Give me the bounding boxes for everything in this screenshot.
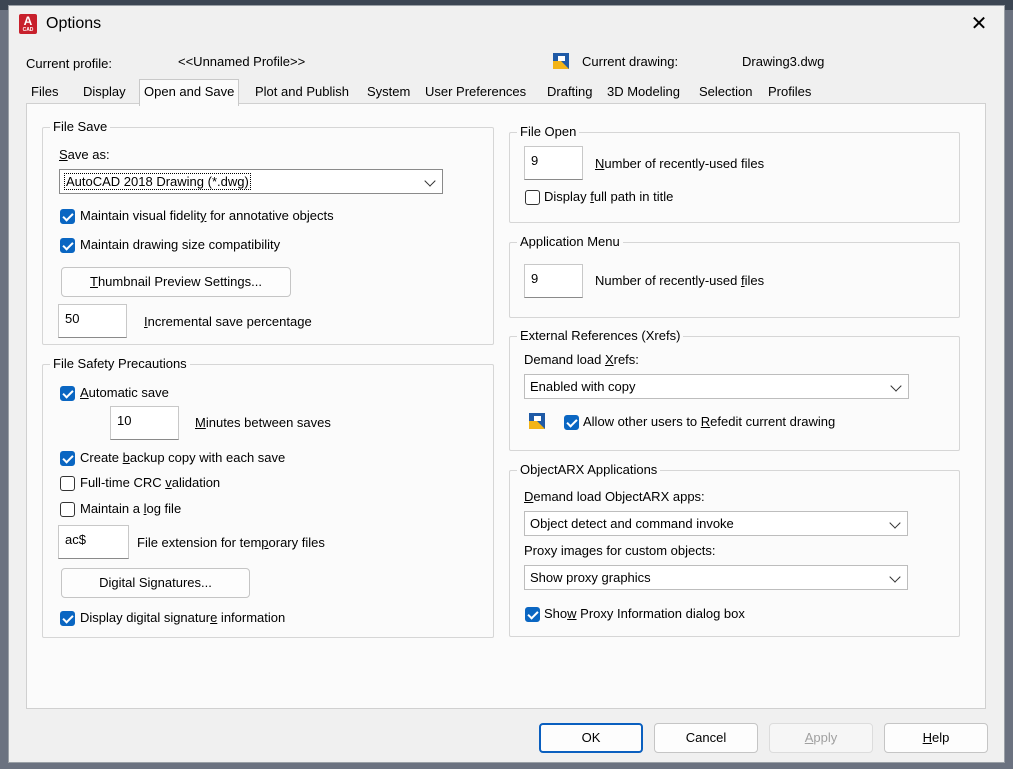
close-icon[interactable]: ✕ [966,12,992,36]
tab-user-preferences[interactable]: User Preferences [421,81,530,103]
save-as-value: AutoCAD 2018 Drawing (*.dwg) [64,173,251,190]
app-menu-recent-input[interactable]: 9 [524,264,583,298]
log-file-checkbox[interactable] [60,502,75,517]
objectarx-legend: ObjectARX Applications [517,462,661,477]
open-and-save-panel: File Save Save as: AutoCAD 2018 Drawing … [26,103,986,709]
objectarx-group: ObjectARX Applications Demand load Objec… [509,462,960,637]
file-open-recent-label: Number of recently-used files [595,156,765,171]
refedit-checkbox[interactable] [564,415,579,430]
digital-signature-info-checkbox[interactable] [60,611,75,626]
crc-validation-checkbox[interactable] [60,476,75,491]
save-as-label: Save as: [59,147,110,162]
digital-signature-info-label: Display digital signature information [80,610,286,625]
tab-system[interactable]: System [363,81,414,103]
proxy-images-value: Show proxy graphics [530,570,651,585]
file-open-legend: File Open [517,124,580,139]
minutes-between-saves-input[interactable]: 10 [110,406,179,440]
current-profile-label: Current profile: [26,56,112,71]
demand-load-xrefs-dropdown[interactable]: Enabled with copy [524,374,909,399]
options-dialog: A CAD Options ✕ Current profile: <<Unname… [8,5,1005,763]
tab-open-and-save[interactable]: Open and Save [139,79,240,106]
autocad-app-icon: A CAD [19,14,37,34]
apply-button[interactable]: Apply [769,723,873,753]
size-compatibility-label: Maintain drawing size compatibility [80,237,281,252]
current-drawing-label: Current drawing: [582,54,679,69]
title-bar: A CAD Options ✕ [9,6,1004,42]
current-profile-value: <<Unnamed Profile>> [178,54,306,69]
proxy-images-dropdown[interactable]: Show proxy graphics [524,565,908,590]
drawing-file-icon [529,413,545,429]
chevron-down-icon [889,517,901,529]
chevron-down-icon [889,571,901,583]
file-save-legend: File Save [50,119,111,134]
incremental-save-input[interactable]: 50 [58,304,127,338]
demand-load-xrefs-value: Enabled with copy [530,379,636,394]
tab-profiles[interactable]: Profiles [764,81,815,103]
file-safety-group: File Safety Precautions Automatic save 1… [42,356,494,638]
tab-display[interactable]: Display [79,81,130,103]
full-path-checkbox[interactable] [525,190,540,205]
ok-button[interactable]: OK [539,723,643,753]
file-safety-legend: File Safety Precautions [50,356,190,371]
tab-drafting[interactable]: Drafting [543,81,597,103]
proxy-images-label: Proxy images for custom objects: [524,543,716,558]
demand-load-arx-label: Demand load ObjectARX apps: [524,489,705,504]
window-title: Options [46,15,102,32]
proxy-info-dialog-label: Show Proxy Information dialog box [544,606,745,621]
chevron-down-icon [890,380,902,392]
chevron-down-icon [424,175,436,187]
automatic-save-label: Automatic save [80,385,169,400]
xrefs-group: External References (Xrefs) Demand load … [509,328,960,451]
tab-selection[interactable]: Selection [695,81,756,103]
temp-file-extension-label: File extension for temporary files [137,535,325,550]
app-menu-recent-label: Number of recently-used files [595,273,765,288]
drawing-file-icon [553,53,569,69]
visual-fidelity-checkbox[interactable] [60,209,75,224]
refedit-label: Allow other users to Refedit current dra… [583,414,836,429]
visual-fidelity-label: Maintain visual fidelity for annotative … [80,208,334,223]
application-menu-legend: Application Menu [517,234,623,249]
save-as-dropdown[interactable]: AutoCAD 2018 Drawing (*.dwg) [59,169,443,194]
automatic-save-checkbox[interactable] [60,386,75,401]
digital-signatures-button[interactable]: Digital Signatures... [61,568,250,598]
thumbnail-preview-settings-button[interactable]: Thumbnail Preview Settings... [61,267,291,297]
crc-validation-label: Full-time CRC validation [80,475,221,490]
current-drawing-value: Drawing3.dwg [742,54,825,69]
incremental-save-label: Incremental save percentage [144,314,312,329]
cancel-button[interactable]: Cancel [654,723,758,753]
file-open-group: File Open 9 Number of recently-used file… [509,124,960,223]
temp-file-extension-input[interactable]: ac$ [58,525,129,559]
log-file-label: Maintain a log file [80,501,182,516]
help-button[interactable]: Help [884,723,988,753]
tab-files[interactable]: Files [27,81,62,103]
demand-load-arx-value: Object detect and command invoke [530,516,734,531]
demand-load-arx-dropdown[interactable]: Object detect and command invoke [524,511,908,536]
file-save-group: File Save Save as: AutoCAD 2018 Drawing … [42,119,494,345]
application-menu-group: Application Menu 9 Number of recently-us… [509,234,960,318]
full-path-label: Display full path in title [544,189,674,204]
demand-load-xrefs-label: Demand load Xrefs: [524,352,639,367]
tab-3d-modeling[interactable]: 3D Modeling [603,81,684,103]
backup-copy-checkbox[interactable] [60,451,75,466]
tab-plot-and-publish[interactable]: Plot and Publish [251,81,353,103]
minutes-between-saves-label: Minutes between saves [195,415,331,430]
file-open-recent-input[interactable]: 9 [524,146,583,180]
proxy-info-dialog-checkbox[interactable] [525,607,540,622]
xrefs-legend: External References (Xrefs) [517,328,684,343]
backup-copy-label: Create backup copy with each save [80,450,286,465]
size-compatibility-checkbox[interactable] [60,238,75,253]
